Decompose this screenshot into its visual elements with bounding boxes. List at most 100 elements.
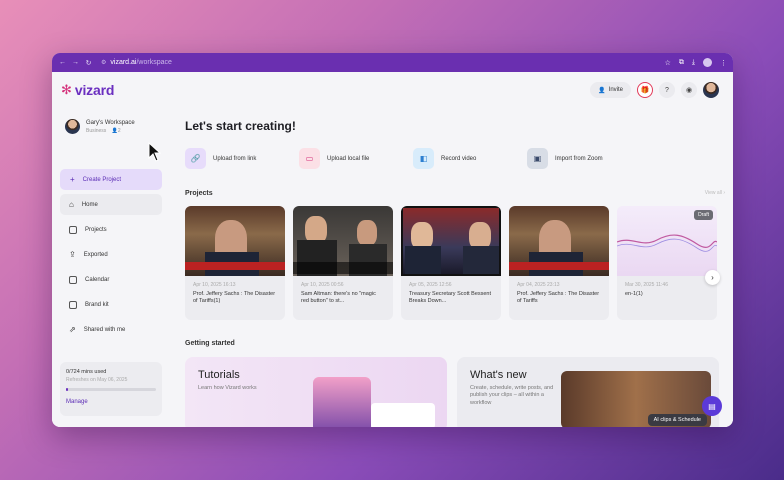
site-settings-icon[interactable]: ⚙ <box>101 59 106 66</box>
add-user-icon: 👤 <box>598 87 606 94</box>
record-icon: ◧ <box>413 148 434 169</box>
sidebar-item-shared[interactable]: ⇗ Shared with me <box>60 319 162 340</box>
project-title: en-1(1) <box>625 291 643 297</box>
home-icon: ⌂ <box>69 200 74 209</box>
project-card[interactable]: Draft Mar 30, 2025 11:46 en-1(1) <box>617 206 717 320</box>
chat-icon: ▤ <box>708 401 716 411</box>
sidebar-item-brand-kit[interactable]: Brand kit <box>60 294 162 315</box>
extensions-icon[interactable]: ⧉ <box>679 59 684 67</box>
sidebar: ✻ vizard Gary's Workspace Business 👤2 + … <box>52 72 171 427</box>
browser-menu-icon[interactable]: ⋮ <box>720 59 727 67</box>
project-thumbnail: Draft <box>617 206 717 276</box>
bookmark-star-icon[interactable]: ☆ <box>665 59 671 67</box>
workspace-name: Gary's Workspace <box>86 119 135 126</box>
import-zoom-button[interactable]: ▣ Import from Zoom <box>527 148 641 169</box>
project-title: Sam Altman: there's no "magic red button… <box>301 291 376 305</box>
project-card[interactable]: Apr 04, 2025 23:13 Prof. Jeffery Sachs :… <box>509 206 609 320</box>
back-icon[interactable]: ← <box>58 58 67 67</box>
usage-progress <box>66 388 156 391</box>
logo-text: vizard <box>74 82 115 98</box>
chat-support-button[interactable]: ▤ <box>702 396 722 416</box>
project-card[interactable]: Apr 10, 2025 16:13 Prof. Jeffery Sachs :… <box>185 206 285 320</box>
projects-heading: Projects <box>185 190 213 197</box>
url-path: /workspace <box>136 59 172 66</box>
gift-button[interactable]: 🎁 <box>637 82 653 98</box>
sidebar-item-exported[interactable]: ⇪ Exported <box>60 244 162 265</box>
download-icon[interactable]: ⤓ <box>692 59 695 67</box>
brand-kit-icon <box>69 300 77 309</box>
discord-icon: ◉ <box>685 87 693 94</box>
help-icon: ? <box>665 86 669 94</box>
usage-refresh: Refreshes on May 06, 2025 <box>66 377 128 383</box>
usage-progress-fill <box>66 388 68 391</box>
plus-icon: + <box>70 175 75 184</box>
workspace-switcher[interactable]: Gary's Workspace Business 👤2 <box>65 119 135 134</box>
ai-clips-chip: AI clips & Schedule <box>647 414 707 426</box>
whats-new-card[interactable]: What's new Create, schedule, write posts… <box>457 357 719 427</box>
link-icon: 🔗 <box>185 148 206 169</box>
reload-icon[interactable]: ↻ <box>84 58 93 67</box>
logo[interactable]: ✻ vizard <box>61 82 114 98</box>
tutorial-speech-bubble <box>371 403 435 427</box>
project-card[interactable]: Apr 05, 2025 12:56 Treasury Secretary Sc… <box>401 206 501 320</box>
page-title: Let's start creating! <box>185 119 296 133</box>
vizard-logo-icon: ✻ <box>61 82 72 97</box>
project-title: Treasury Secretary Scott Bessent Breaks … <box>409 291 492 305</box>
sidebar-nav: ⌂ Home Projects ⇪ Exported Calendar Bran… <box>60 194 162 344</box>
create-project-button[interactable]: + Create Project <box>60 169 162 190</box>
draft-badge: Draft <box>694 210 713 220</box>
project-title: Prof. Jeffery Sachs : The Disaster of Ta… <box>517 291 600 305</box>
export-icon: ⇪ <box>69 250 76 259</box>
whats-new-subtitle: Create, schedule, write posts, and publi… <box>470 385 554 406</box>
project-thumbnail <box>509 206 609 276</box>
project-date: Apr 10, 2025 00:56 <box>301 282 344 288</box>
sidebar-item-calendar[interactable]: Calendar <box>60 269 162 290</box>
project-thumbnail <box>185 206 285 276</box>
project-thumbnail <box>293 206 393 276</box>
workspace-avatar <box>65 119 80 134</box>
browser-profile-avatar[interactable] <box>703 58 712 67</box>
project-card[interactable]: Apr 10, 2025 00:56 Sam Altman: there's n… <box>293 206 393 320</box>
discord-button[interactable]: ◉ <box>681 82 697 98</box>
tutorials-card[interactable]: Tutorials Learn how Vizard works <box>185 357 447 427</box>
browser-window: ← → ↻ ⚙ vizard.ai/workspace ☆ ⧉ ⤓ ⋮ ✻ vi… <box>52 53 733 427</box>
manage-link[interactable]: Manage <box>66 399 156 405</box>
chevron-right-icon: › <box>711 273 714 282</box>
forward-icon[interactable]: → <box>71 58 80 67</box>
record-video-button[interactable]: ◧ Record video <box>413 148 527 169</box>
view-all-link[interactable]: View all › <box>705 190 725 196</box>
browser-toolbar: ← → ↻ ⚙ vizard.ai/workspace ☆ ⧉ ⤓ ⋮ <box>52 53 733 72</box>
usage-card: 0/724 mins used Refreshes on May 06, 202… <box>60 362 162 416</box>
help-button[interactable]: ? <box>659 82 675 98</box>
workspace-meta: Business 👤2 <box>86 127 121 134</box>
projects-carousel: Apr 10, 2025 16:13 Prof. Jeffery Sachs :… <box>185 206 717 320</box>
getting-started-row: Tutorials Learn how Vizard works What's … <box>185 357 719 427</box>
invite-button[interactable]: 👤 Invite <box>590 82 631 98</box>
project-date: Apr 04, 2025 23:13 <box>517 282 560 288</box>
project-thumbnail <box>401 206 501 276</box>
project-date: Apr 10, 2025 16:13 <box>193 282 236 288</box>
folder-icon: ▭ <box>299 148 320 169</box>
tutorial-preview-image <box>313 377 371 427</box>
project-date: Mar 30, 2025 11:46 <box>625 282 668 288</box>
projects-icon <box>69 225 77 234</box>
zoom-icon: ▣ <box>527 148 548 169</box>
create-actions: 🔗 Upload from link ▭ Upload local file ◧… <box>185 148 641 169</box>
top-actions: 👤 Invite 🎁 ? ◉ <box>590 82 719 98</box>
project-title: Prof. Jeffery Sachs : The Disaster of Ta… <box>193 291 276 305</box>
url-host: vizard.ai <box>110 59 137 66</box>
upload-file-button[interactable]: ▭ Upload local file <box>299 148 413 169</box>
carousel-next-button[interactable]: › <box>705 270 720 285</box>
getting-started-heading: Getting started <box>185 340 235 347</box>
mouse-cursor-icon <box>148 142 162 162</box>
gift-icon: 🎁 <box>640 87 650 94</box>
user-avatar[interactable] <box>703 82 719 98</box>
calendar-icon <box>69 275 77 284</box>
main-content: 👤 Invite 🎁 ? ◉ Let's start creating! 🔗 U… <box>171 72 733 427</box>
sidebar-item-home[interactable]: ⌂ Home <box>60 194 162 215</box>
upload-link-button[interactable]: 🔗 Upload from link <box>185 148 299 169</box>
address-bar[interactable]: ⚙ vizard.ai/workspace <box>101 59 172 66</box>
sidebar-item-projects[interactable]: Projects <box>60 219 162 240</box>
usage-title: 0/724 mins used <box>66 369 107 375</box>
project-date: Apr 05, 2025 12:56 <box>409 282 452 288</box>
